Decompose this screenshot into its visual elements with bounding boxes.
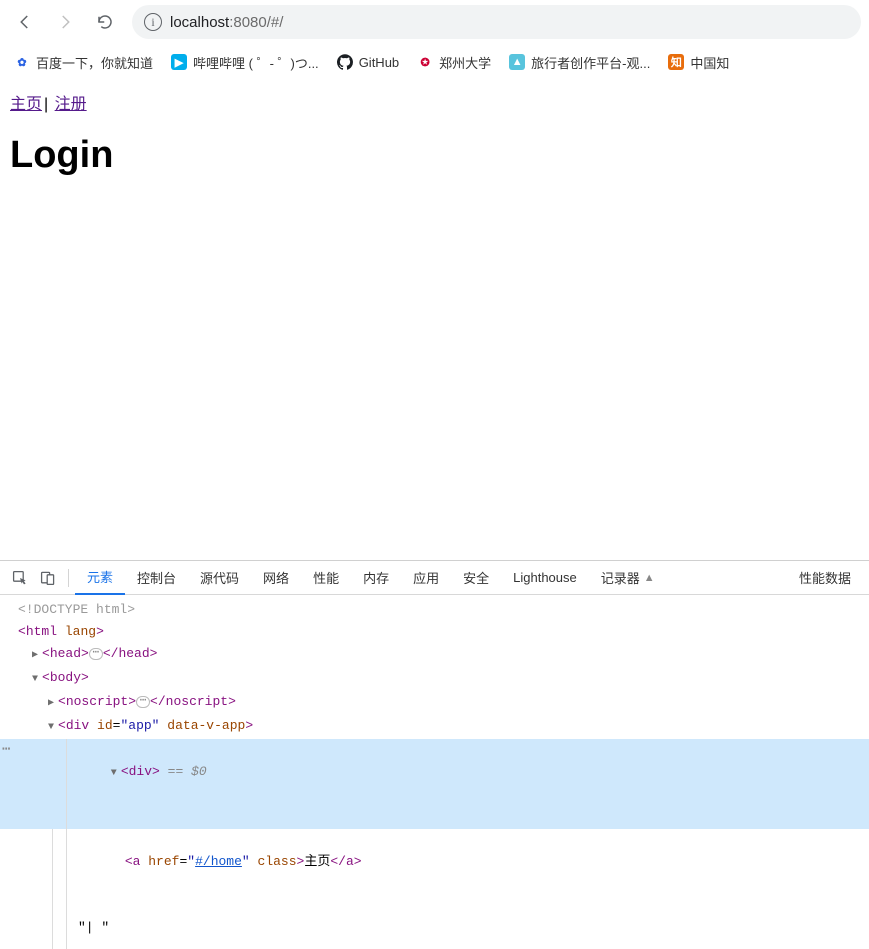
tab-perf-insights[interactable]: 性能数据 (787, 561, 863, 595)
devtools-tabs: 元素 控制台 源代码 网络 性能 内存 应用 安全 Lighthouse 记录器… (0, 561, 869, 595)
page-title: Login (10, 134, 859, 177)
doctype-node[interactable]: <!DOCTYPE html> (18, 602, 135, 617)
url-text: localhost:8080/#/ (170, 14, 283, 31)
tv-icon: ▶ (171, 54, 187, 70)
zhi-icon: 知 (668, 54, 684, 70)
bookmark-traveler[interactable]: ▲ 旅行者创作平台-观... (509, 53, 650, 72)
forward-button[interactable] (48, 5, 82, 39)
bookmark-label: 郑州大学 (439, 53, 491, 72)
tab-network[interactable]: 网络 (251, 561, 301, 595)
tab-memory[interactable]: 内存 (351, 561, 401, 595)
address-bar[interactable]: i localhost:8080/#/ (132, 5, 861, 39)
tab-application[interactable]: 应用 (401, 561, 451, 595)
preview-icon: ▲ (644, 572, 655, 584)
page-nav: 主页| 注册 (10, 90, 859, 114)
tab-sources[interactable]: 源代码 (188, 561, 251, 595)
bookmark-baidu[interactable]: ✿ 百度一下，你就知道 (14, 53, 153, 72)
reload-button[interactable] (88, 5, 122, 39)
site-info-icon[interactable]: i (144, 13, 162, 31)
browser-toolbar: i localhost:8080/#/ (0, 0, 869, 44)
inspect-element-icon[interactable] (6, 564, 34, 592)
bookmark-zzu[interactable]: ✪ 郑州大学 (417, 53, 491, 72)
bookmark-label: 哔哩哔哩 ( ゜- ゜)つ... (193, 53, 319, 72)
mountain-icon: ▲ (509, 54, 525, 70)
elements-tree[interactable]: <!DOCTYPE html> <html lang> ▶<head>⋯</he… (0, 595, 869, 949)
tab-elements[interactable]: 元素 (75, 561, 125, 595)
page-content: 主页| 注册 Login (0, 80, 869, 187)
tab-recorder[interactable]: 记录器▲ (589, 561, 667, 595)
bookmark-github[interactable]: GitHub (337, 54, 399, 70)
tab-lighthouse[interactable]: Lighthouse (501, 561, 589, 595)
selected-node[interactable]: ▼<div> == $0 (0, 739, 869, 829)
bookmark-label: 百度一下，你就知道 (36, 53, 153, 72)
bookmark-zhihu[interactable]: 知 中国知 (668, 53, 729, 72)
bookmark-label: 旅行者创作平台-观... (531, 53, 650, 72)
paw-icon: ✿ (14, 54, 30, 70)
bookmark-label: 中国知 (690, 53, 729, 72)
bookmarks-bar: ✿ 百度一下，你就知道 ▶ 哔哩哔哩 ( ゜- ゜)つ... GitHub ✪ … (0, 44, 869, 80)
bookmark-bilibili[interactable]: ▶ 哔哩哔哩 ( ゜- ゜)つ... (171, 53, 319, 72)
nav-register-link[interactable]: 注册 (55, 96, 87, 113)
tab-console[interactable]: 控制台 (125, 561, 188, 595)
device-toolbar-icon[interactable] (34, 564, 62, 592)
nav-separator: | (42, 96, 50, 113)
university-icon: ✪ (417, 54, 433, 70)
tab-performance[interactable]: 性能 (301, 561, 351, 595)
nav-home-link[interactable]: 主页 (10, 96, 42, 113)
tab-security[interactable]: 安全 (451, 561, 501, 595)
bookmark-label: GitHub (359, 55, 399, 70)
github-icon (337, 54, 353, 70)
back-button[interactable] (8, 5, 42, 39)
separator (68, 569, 69, 587)
devtools-panel: 元素 控制台 源代码 网络 性能 内存 应用 安全 Lighthouse 记录器… (0, 560, 869, 949)
